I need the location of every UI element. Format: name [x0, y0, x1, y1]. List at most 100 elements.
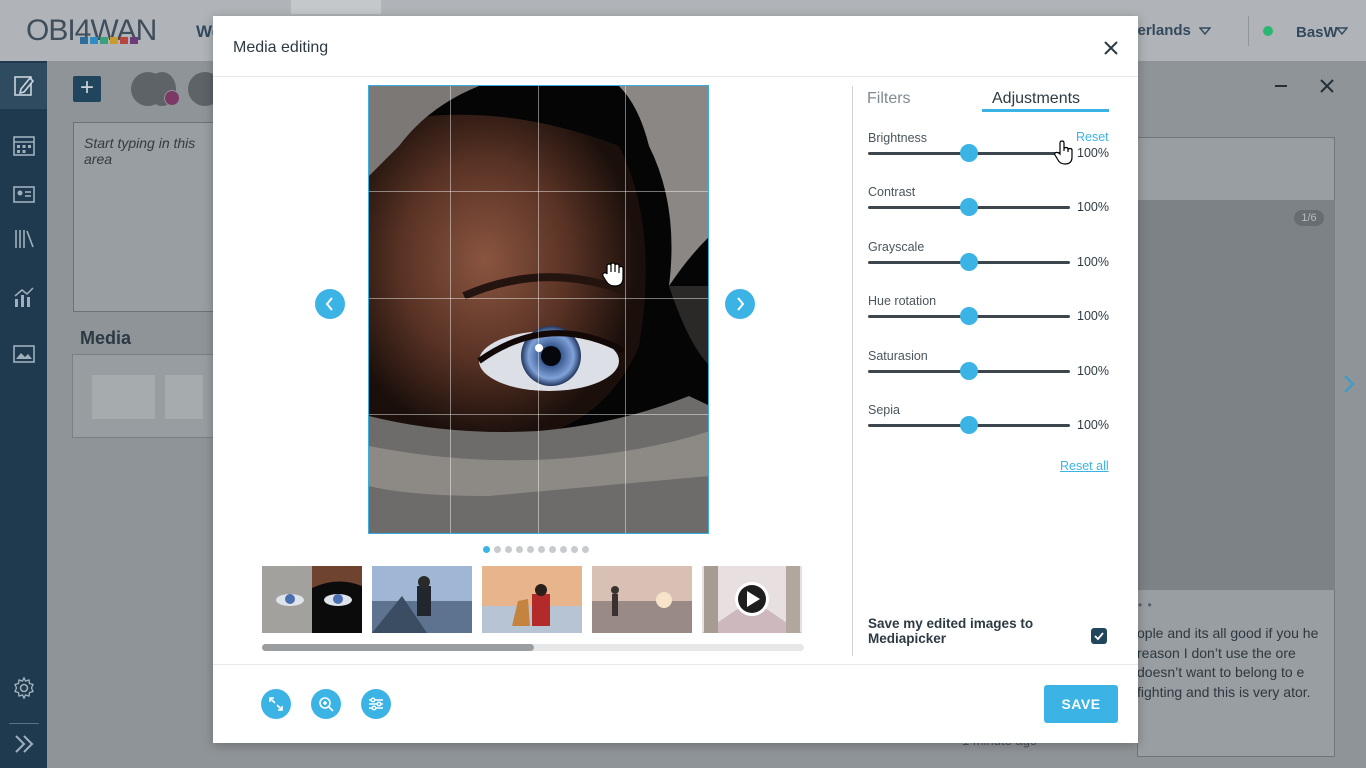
slider-handle[interactable] — [960, 253, 978, 271]
crop-grid-line — [450, 86, 451, 533]
add-button[interactable]: + — [73, 76, 101, 102]
sidebar-item-calendar[interactable] — [0, 122, 47, 168]
sidebar-expand[interactable] — [0, 721, 47, 767]
chevron-down-icon[interactable] — [1336, 25, 1348, 37]
thumbnail-eye-portrait[interactable] — [262, 566, 362, 633]
save-to-mediapicker-checkbox[interactable] — [1091, 628, 1107, 644]
adjustment-label: Sepia — [868, 403, 900, 417]
thumbnail-image — [262, 566, 362, 633]
thumbnail-image — [592, 566, 692, 633]
slider-handle[interactable] — [960, 307, 978, 325]
adjustment-value: 100% — [1077, 364, 1109, 378]
adjustment-value: 100% — [1077, 255, 1109, 269]
slider-handle[interactable] — [960, 416, 978, 434]
pager-dot[interactable] — [549, 546, 556, 553]
zoom-in-icon — [319, 697, 334, 712]
pager-dot[interactable] — [560, 546, 567, 553]
settings-icon — [13, 676, 34, 700]
adjustment-label: Contrast — [868, 185, 916, 199]
crop-grid-line — [538, 86, 539, 533]
editing-image[interactable] — [368, 85, 709, 534]
divider — [1248, 16, 1249, 46]
slider-handle[interactable] — [960, 362, 978, 380]
adjustments-tool-button[interactable] — [361, 689, 391, 719]
chevron-down-icon[interactable] — [1199, 25, 1211, 37]
edit-icon — [13, 76, 34, 96]
thumbnail-image — [482, 566, 582, 633]
online-status-icon — [1263, 26, 1273, 36]
sidebar-item-library[interactable] — [0, 216, 47, 262]
eye-portrait-image — [369, 86, 708, 533]
hand-cursor-icon — [602, 262, 624, 287]
modal-title: Media editing — [233, 39, 329, 56]
media-editing-modal: Media editing Filters Adjustments Reset … — [213, 16, 1138, 743]
image-counter: 1/6 — [1294, 210, 1324, 226]
expand-icon — [269, 697, 283, 711]
chevron-right-icon[interactable] — [1340, 374, 1358, 394]
previous-image-button[interactable] — [315, 289, 345, 319]
thumbnail-video[interactable] — [702, 566, 802, 633]
adjustment-sepia: Sepia 100% — [867, 403, 1109, 449]
sidebar-item-settings[interactable] — [0, 665, 47, 711]
pager-dot[interactable] — [582, 546, 589, 553]
textarea-placeholder: Start typing in this area — [84, 135, 196, 167]
slider-handle[interactable] — [960, 198, 978, 216]
sidebar-item-media[interactable] — [0, 331, 47, 377]
modal-footer — [213, 664, 1138, 743]
sidebar-item-analytics[interactable] — [0, 274, 47, 320]
hand-pointer-cursor-icon — [1054, 140, 1073, 165]
active-tab-indicator — [982, 109, 1109, 112]
thumbnail-photographer[interactable] — [372, 566, 472, 633]
adjustment-value: 100% — [1077, 309, 1109, 323]
pager-dot[interactable] — [505, 546, 512, 553]
crop-tool-button[interactable] — [261, 689, 291, 719]
adjustment-label: Saturasion — [868, 349, 928, 363]
tab-filters[interactable]: Filters — [867, 90, 911, 108]
save-to-mediapicker-label: Save my edited images to Mediapicker — [868, 616, 1034, 646]
instagram-badge-icon — [148, 72, 180, 106]
pager-dot[interactable] — [571, 546, 578, 553]
close-icon[interactable] — [1319, 78, 1335, 94]
calendar-icon — [12, 136, 35, 156]
pager-dot[interactable] — [538, 546, 545, 553]
library-icon — [14, 230, 34, 248]
crop-grid-line — [369, 414, 708, 415]
next-image-button[interactable] — [725, 289, 755, 319]
sidebar-item-compose[interactable] — [0, 63, 47, 109]
reset-all-link[interactable]: Reset all — [1060, 459, 1109, 473]
thumbnail-couple-dog[interactable] — [482, 566, 582, 633]
top-tab[interactable] — [291, 0, 381, 14]
close-icon[interactable] — [1102, 39, 1120, 57]
double-chevron-right-icon — [14, 735, 33, 753]
pager-dot[interactable] — [516, 546, 523, 553]
adjustment-label: Hue rotation — [868, 294, 937, 308]
chart-icon — [14, 287, 34, 307]
pager-dot[interactable] — [527, 546, 534, 553]
adjustment-saturation: Saturasion 100% — [867, 349, 1109, 395]
contact-card-icon — [12, 186, 35, 203]
sidebar-item-contacts[interactable] — [0, 171, 47, 217]
slider-handle[interactable] — [960, 144, 978, 162]
user-menu[interactable]: BasW — [1296, 24, 1338, 41]
tab-adjustments[interactable]: Adjustments — [992, 90, 1080, 108]
pager-dot[interactable] — [483, 546, 490, 553]
preview-text: ople and its all good if you he reason I… — [1137, 625, 1319, 700]
image-pager — [483, 546, 589, 553]
thumbnail-image — [702, 566, 802, 633]
chevron-left-icon — [325, 297, 333, 311]
minimize-icon[interactable] — [1274, 78, 1288, 92]
thumbnail-image — [372, 566, 472, 633]
thumbnail-strip — [262, 566, 804, 633]
save-button[interactable]: SAVE — [1044, 685, 1118, 723]
checkmark-icon — [1094, 632, 1104, 641]
media-picker[interactable] — [72, 354, 222, 438]
adjustment-hue-rotation: Hue rotation 100% — [867, 294, 1109, 340]
thumbnail-sunset-hill[interactable] — [592, 566, 692, 633]
message-textarea[interactable]: Start typing in this area — [73, 122, 223, 312]
pager-dot[interactable] — [494, 546, 501, 553]
thumbnail-scrollbar[interactable] — [262, 644, 804, 651]
adjustment-label: Grayscale — [868, 240, 925, 254]
scrollbar-thumb[interactable] — [262, 644, 534, 651]
preview-image — [1137, 200, 1335, 590]
zoom-tool-button[interactable] — [311, 689, 341, 719]
